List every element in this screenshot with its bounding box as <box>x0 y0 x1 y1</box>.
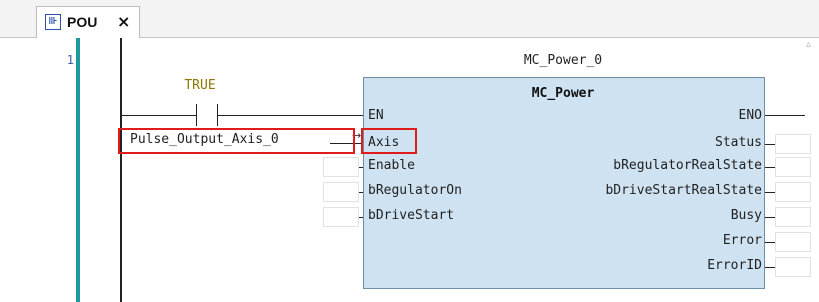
fb-input-bdrivestart: bDriveStart <box>368 208 455 223</box>
tab-label: POU <box>67 14 98 30</box>
tab-pou[interactable]: ⊪ POU × <box>36 6 140 38</box>
fb-instance-name[interactable]: MC_Power_0 <box>488 53 638 68</box>
rung-gutter-bar <box>76 38 80 302</box>
enable-variable-input[interactable] <box>323 157 359 177</box>
pin-stub <box>765 242 775 243</box>
bregulatoron-variable-input[interactable] <box>323 182 359 202</box>
rung-line-number: 1 <box>66 53 74 67</box>
pin-stub <box>765 144 775 145</box>
fb-input-en: EN <box>368 108 384 123</box>
fb-output-eno: ENO <box>738 108 762 123</box>
eno-wire <box>765 115 805 116</box>
en-wire-right <box>218 115 363 116</box>
bdrivestart-variable-input[interactable] <box>323 207 359 227</box>
errorid-variable-output[interactable] <box>775 257 811 277</box>
fb-type-name: MC_Power <box>531 86 595 101</box>
fb-output-errorid: ErrorID <box>707 258 762 273</box>
axis-pin-highlight <box>361 128 417 154</box>
pin-stub <box>765 267 775 268</box>
fb-output-bdrivestartrealstate: bDriveStartRealState <box>605 183 762 198</box>
error-variable-output[interactable] <box>775 232 811 252</box>
fb-output-bregulatorrealstate: bRegulatorRealState <box>613 158 762 173</box>
left-power-rail <box>120 38 122 302</box>
en-wire-left <box>122 115 196 116</box>
normally-open-contact[interactable] <box>196 104 218 126</box>
status-variable-output[interactable] <box>775 134 811 154</box>
axis-variable-highlight <box>118 128 355 154</box>
line-number-gutter <box>0 38 76 302</box>
fb-input-bregulatoron: bRegulatorOn <box>368 183 462 198</box>
bdrivestartrealstate-variable-output[interactable] <box>775 182 811 202</box>
pin-stub <box>765 192 775 193</box>
ladder-pou-icon: ⊪ <box>45 14 61 30</box>
busy-variable-output[interactable] <box>775 207 811 227</box>
close-tab-icon[interactable]: × <box>117 12 130 31</box>
fb-output-status: Status <box>715 135 762 150</box>
pin-stub <box>765 167 775 168</box>
fb-output-busy: Busy <box>730 208 762 223</box>
contact-variable-label[interactable]: TRUE <box>178 78 222 93</box>
pin-stub <box>765 217 775 218</box>
fb-output-error: Error <box>722 233 762 248</box>
collapse-arrow-icon[interactable]: ▵ <box>806 39 811 50</box>
bregulatorrealstate-variable-output[interactable] <box>775 157 811 177</box>
fb-input-enable: Enable <box>368 158 415 173</box>
